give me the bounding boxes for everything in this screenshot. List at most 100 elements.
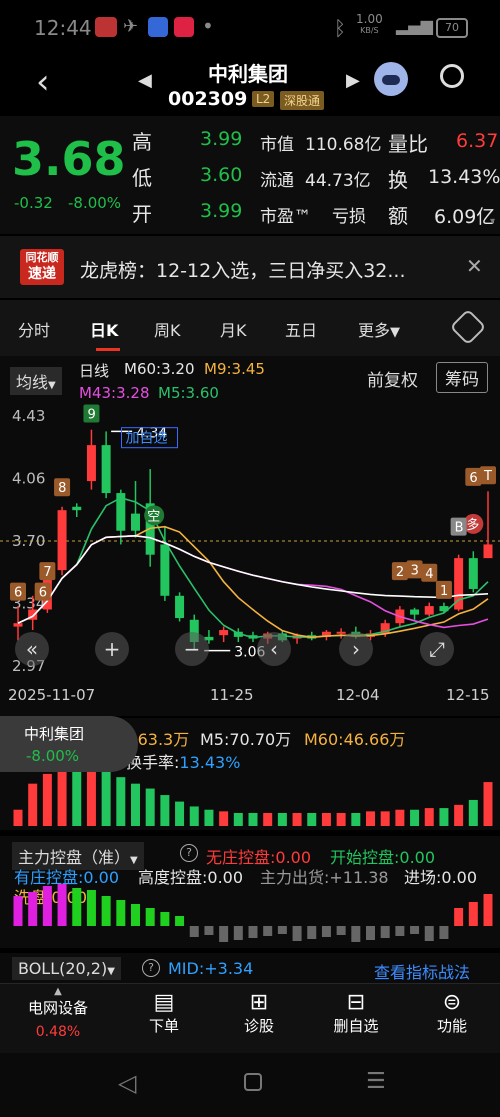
diagnose-label: 诊股 (243, 1017, 274, 1035)
settings-icon[interactable] (449, 308, 487, 346)
vr-value: 6.37 (456, 130, 499, 152)
mainforce-chart[interactable] (0, 836, 500, 948)
volume-bar (219, 811, 229, 826)
tab-monthly[interactable]: 月K (220, 317, 247, 341)
mcap-value: 110.68亿 (305, 135, 382, 155)
order-button[interactable]: ▤ 下单 (136, 990, 192, 1036)
ai-robot-icon[interactable] (374, 62, 408, 96)
battery-level: 70 (445, 21, 459, 34)
volume-bar (233, 812, 243, 826)
volume-bar (483, 782, 493, 826)
volume-bar (366, 811, 375, 826)
signal-badge-label: 6 (14, 586, 22, 601)
system-nav-bar: ◁ ☰ (0, 1053, 500, 1117)
sector-button[interactable]: ▲ 电网设备 0.48% (10, 986, 106, 1040)
chips-button[interactable]: 筹码 (436, 362, 488, 393)
remove-watchlist-button[interactable]: ⊟ 删自选 (326, 990, 386, 1036)
candle (219, 630, 229, 636)
scroll-left-icon[interactable]: ‹ (257, 632, 291, 666)
mainforce-bar (454, 908, 464, 926)
amount-value: 6.09亿 (434, 206, 496, 228)
scroll-left-fast-icon[interactable]: « (15, 632, 49, 666)
candle (86, 445, 96, 482)
search-icon[interactable] (440, 64, 464, 88)
volume-bar (131, 783, 140, 826)
status-time: 12:44 (34, 16, 92, 40)
low-value: 3.60 (200, 164, 243, 186)
float-stock-name: 中利集团 (24, 725, 85, 743)
candle (424, 606, 434, 615)
function-button[interactable]: ⊜ 功能 (424, 990, 480, 1036)
duo-label: 多 (466, 517, 479, 533)
quote-panel: 3.68 -0.32 -8.00% 高 3.99 低 3.60 开 3.99 市… (0, 116, 500, 234)
float-stock-pct: -8.00% (26, 747, 80, 765)
fullscreen-icon[interactable]: ⤢ (420, 632, 454, 666)
candle (131, 513, 140, 531)
candle (72, 506, 82, 511)
back-button[interactable]: ‹ (36, 62, 50, 102)
signal-badge-label: 9 (87, 408, 95, 423)
stock-name: 中利集团 (208, 62, 288, 86)
ma-mode-button[interactable]: 均线▼ (10, 367, 62, 395)
baidu-icon (148, 17, 168, 37)
banner-text[interactable]: 龙虎榜：12-12入选，三日净买入32... (80, 256, 406, 283)
volume-bar (175, 801, 185, 826)
nav-header: ‹ ◀ 中利集团 002309 L2 深股通 ▶ (0, 56, 500, 116)
volume-bar (101, 765, 111, 826)
zoom-in-icon[interactable]: + (95, 632, 129, 666)
high-value: 3.99 (200, 128, 243, 150)
nav-menu-icon[interactable]: ☰ (366, 1069, 386, 1094)
signal-badge-label: 6 (39, 586, 47, 601)
volume-bar (248, 812, 258, 826)
tab-intraday[interactable]: 分时 (18, 317, 50, 341)
net-speed-unit: KB/S (360, 26, 379, 35)
next-stock-button[interactable]: ▶ (346, 70, 360, 91)
tab-more-label: 更多 (358, 321, 391, 340)
remove-watchlist-label: 删自选 (333, 1017, 379, 1035)
mainforce-bar (321, 926, 331, 937)
diagnose-button[interactable]: ⊞ 诊股 (231, 990, 287, 1036)
expand-icon[interactable]: ▾ (490, 216, 495, 227)
adjust-button[interactable]: 前复权 (367, 366, 418, 391)
stock-float-tag[interactable]: 中利集团 -8.00% (0, 716, 138, 772)
mainforce-bar (160, 912, 170, 926)
candle (468, 558, 478, 589)
diagnose-icon: ⊞ (249, 990, 269, 1015)
scroll-right-icon[interactable]: › (339, 632, 373, 666)
volume-bar (336, 812, 346, 826)
volume-bar (263, 812, 273, 826)
signal-badge-label: 7 (43, 565, 51, 580)
kong-label: 空 (147, 509, 160, 524)
tab-more[interactable]: 更多▼ (358, 317, 400, 341)
news-banner[interactable]: 同花顺 速递 龙虎榜：12-12入选，三日净买入32... ✕ (0, 236, 500, 298)
add-watch-label: 加自选 (126, 431, 168, 447)
tab-underline (96, 348, 120, 351)
indicator-strategy-link[interactable]: 查看指标战法 (374, 959, 470, 983)
help-icon[interactable]: ? (142, 959, 160, 977)
mainforce-bar (439, 926, 449, 939)
ma-mode-label: 均线 (16, 373, 49, 392)
close-icon[interactable]: ✕ (466, 254, 483, 278)
date-label-3: 12-04 (336, 686, 380, 704)
tab-weekly[interactable]: 周K (154, 317, 181, 341)
function-label: 功能 (436, 1017, 467, 1035)
zoom-out-icon[interactable]: − (175, 632, 209, 666)
chevron-down-icon: ▼ (48, 380, 56, 391)
date-label-start: 2025-11-07 (8, 686, 96, 704)
tab-daily[interactable]: 日K (90, 317, 118, 341)
volume-bar (395, 809, 405, 826)
nav-home-icon[interactable] (244, 1073, 262, 1091)
prev-stock-button[interactable]: ◀ (138, 70, 152, 91)
volume-bar (28, 783, 38, 826)
nav-back-icon[interactable]: ◁ (118, 1069, 136, 1097)
mainforce-bar (366, 926, 375, 940)
boll-select[interactable]: BOLL(20,2)▼ (12, 957, 121, 980)
date-label-end: 12-15 (446, 686, 490, 704)
signal-icon: ▂▄▆ (396, 16, 433, 35)
signal-badge-label: 8 (58, 481, 66, 496)
ma9-line (17, 525, 489, 639)
level2-badge: L2 (252, 91, 275, 107)
tab-five-day[interactable]: 五日 (285, 317, 317, 341)
bluetooth-icon: ᛒ (334, 16, 346, 40)
period-tabs: 分时 日K 周K 月K 五日 更多▼ (0, 300, 500, 357)
